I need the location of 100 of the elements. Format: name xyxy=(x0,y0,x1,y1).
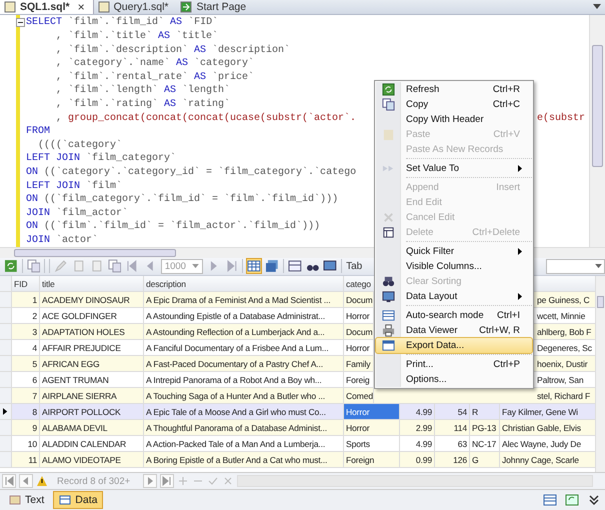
table-row[interactable]: 8 AIRPORT POLLOCK A Epic Tale of a Moose And a Girl who must Co... Horror 4.99 54 R Fay Kilmer, Gene Wi xyxy=(0,404,595,420)
next-icon[interactable] xyxy=(143,474,158,488)
menu-item[interactable]: Export Data... xyxy=(376,338,532,354)
code-line: ((((`category` xyxy=(37,138,122,152)
code-line: LEFT JOIN `film_category` xyxy=(26,152,176,166)
table-cell: 5 xyxy=(12,356,40,372)
menu-item[interactable]: Refresh Ctrl+R xyxy=(376,82,532,98)
code-line: JOIN `actor` xyxy=(26,234,98,247)
table-cell: A Thoughtful Panorama of a Database Administ... xyxy=(144,420,344,436)
copy-icon[interactable] xyxy=(108,259,122,274)
table-cell: 126 xyxy=(435,452,470,468)
scrollbar[interactable] xyxy=(589,15,605,248)
code-line: , `film`.`rating` AS `rating` xyxy=(55,98,230,111)
text-icon xyxy=(9,494,21,506)
code-line: e(substr xyxy=(536,112,585,125)
table-cell-text: wcett, Minnie xyxy=(536,310,586,323)
table-cell: 9 xyxy=(12,420,40,436)
table-cell-text: ahlberg, Bob F xyxy=(536,326,591,339)
prev-icon[interactable] xyxy=(19,474,33,488)
scrollbar[interactable] xyxy=(237,475,593,488)
submenu-arrow-icon xyxy=(518,165,522,172)
menu-item[interactable]: Copy Ctrl+C xyxy=(376,97,532,112)
table-cell-text: Degeneres, Sc xyxy=(536,342,591,355)
last-icon[interactable] xyxy=(224,259,238,274)
cross-icon xyxy=(382,211,394,224)
table-cell: 114 xyxy=(435,420,470,436)
first-icon[interactable] xyxy=(2,474,16,488)
menu-item[interactable]: Copy With Header xyxy=(376,112,532,128)
column-header[interactable]: title xyxy=(40,276,144,292)
file-icon xyxy=(180,1,192,14)
warning-icon xyxy=(36,475,48,488)
column-header[interactable]: description xyxy=(144,276,344,292)
table-cell: 8 xyxy=(12,404,40,420)
table-icon[interactable] xyxy=(543,493,557,508)
dropdown-field[interactable] xyxy=(546,258,605,274)
table-row[interactable]: 9 ALABAMA DEVIL A Thoughtful Panorama of a Database Administ... Horror 2.99 114 PG-13 Christian Gable, Elvis xyxy=(0,420,595,436)
columns-icon xyxy=(382,226,394,240)
monitor-icon[interactable] xyxy=(323,259,338,274)
code-line: , `film`.`title` AS `title` xyxy=(55,30,218,44)
menu-item[interactable]: Set Value To xyxy=(376,161,532,176)
table-cell: 0.99 xyxy=(400,452,435,468)
menu-item[interactable]: Print... Ctrl+P xyxy=(376,357,532,372)
table-cell: PG-13 xyxy=(470,420,500,436)
code-line: , `film`.`length` AS `length` xyxy=(55,84,230,98)
chevron-icon[interactable] xyxy=(587,493,601,508)
layout-icon[interactable] xyxy=(288,259,302,274)
grid-icon[interactable] xyxy=(247,259,262,274)
copy-icon[interactable] xyxy=(26,259,40,274)
row-header[interactable] xyxy=(0,404,12,420)
scrollbar[interactable] xyxy=(595,276,605,472)
menu-item[interactable]: Auto-search mode Ctrl+I xyxy=(376,308,532,324)
view-tab[interactable]: Text xyxy=(4,492,50,508)
tab-label: Start Page xyxy=(196,1,246,14)
dropdown-icon[interactable] xyxy=(595,264,602,269)
table-cell-text: Alec Wayne, Judy De xyxy=(501,438,582,451)
collapse-icon[interactable] xyxy=(16,18,25,28)
code-line: , `film`.`rental_rate` AS `price` xyxy=(55,70,254,84)
table-row[interactable]: 11 ALAMO VIDEOTAPE A Boring Epistle of a Butler And a Cat who must... Foreign 0.99 126 G Johnny Cage, Scarle xyxy=(0,452,595,468)
dropdown-icon[interactable] xyxy=(593,4,601,10)
form-icon[interactable] xyxy=(265,259,279,274)
table-cell-text: stel, Richard F xyxy=(536,390,591,403)
table-cell: 4 xyxy=(12,340,40,356)
table-cell: A Fanciful Documentary of a Frisbee And a Lum... xyxy=(144,340,344,356)
table-cell-text: hoenix, Dustir xyxy=(536,358,588,371)
column-header[interactable]: FID xyxy=(12,276,40,292)
page-icon[interactable] xyxy=(90,259,104,274)
table-cell: Horror xyxy=(344,404,400,420)
menu-item[interactable]: Options... xyxy=(376,372,532,388)
table-cell: ACE GOLDFINGER xyxy=(40,308,144,324)
copy-icon xyxy=(382,98,394,112)
document-tab[interactable]: Start Page xyxy=(176,0,254,14)
code-line: FROM xyxy=(26,125,50,138)
table-cell: A Action-Packed Tale of a Man And a Lumberja... xyxy=(144,436,344,452)
plus-icon[interactable] xyxy=(177,475,190,488)
menu-item[interactable]: Visible Columns... xyxy=(376,259,532,274)
table-cell: 2.99 xyxy=(400,420,435,436)
close-button[interactable]: × xyxy=(78,0,85,14)
table-cell: A Boring Epistle of a Butler And a Cat who must... xyxy=(144,452,344,468)
page-icon[interactable] xyxy=(72,259,86,274)
table-cell: R xyxy=(470,404,500,420)
menu-item[interactable]: Data Layout xyxy=(376,289,532,304)
menu-item[interactable]: Data Viewer Ctrl+W, R xyxy=(376,323,532,338)
code-line: , `category`.`name` AS `category` xyxy=(55,57,254,70)
table-cell: 11 xyxy=(12,452,40,468)
submenu-arrow-icon xyxy=(518,293,522,300)
document-tab[interactable]: Query1.sql* xyxy=(94,0,176,14)
first-icon[interactable] xyxy=(125,259,140,274)
column-header[interactable]: catego xyxy=(344,276,374,292)
table-icon xyxy=(59,494,72,506)
table-cell: A Fast-Paced Documentary of a Pastry Chef A... xyxy=(144,356,344,372)
menu-item[interactable]: Quick Filter xyxy=(376,244,532,260)
check-icon[interactable] xyxy=(207,475,220,488)
code-line: LEFT JOIN `film` xyxy=(26,180,122,193)
table-cell: 4.99 xyxy=(400,404,435,420)
view-tab[interactable]: Data xyxy=(53,491,104,510)
table-row[interactable]: 10 ALADDIN CALENDAR A Action-Packed Tale of a Man And a Lumberja... Sports 4.99 63 NC-17 Alec Wayne, Judy De xyxy=(0,436,595,452)
document-tab[interactable]: SQL1.sql* × xyxy=(0,0,94,14)
table-cell: ADAPTATION HOLES xyxy=(40,324,144,340)
table-row[interactable]: 7 AIRPLANE SIERRA A Touching Saga of a Hunter And a Butler who ... Comed stel, Richard F xyxy=(0,388,595,404)
last-icon[interactable] xyxy=(160,474,174,488)
